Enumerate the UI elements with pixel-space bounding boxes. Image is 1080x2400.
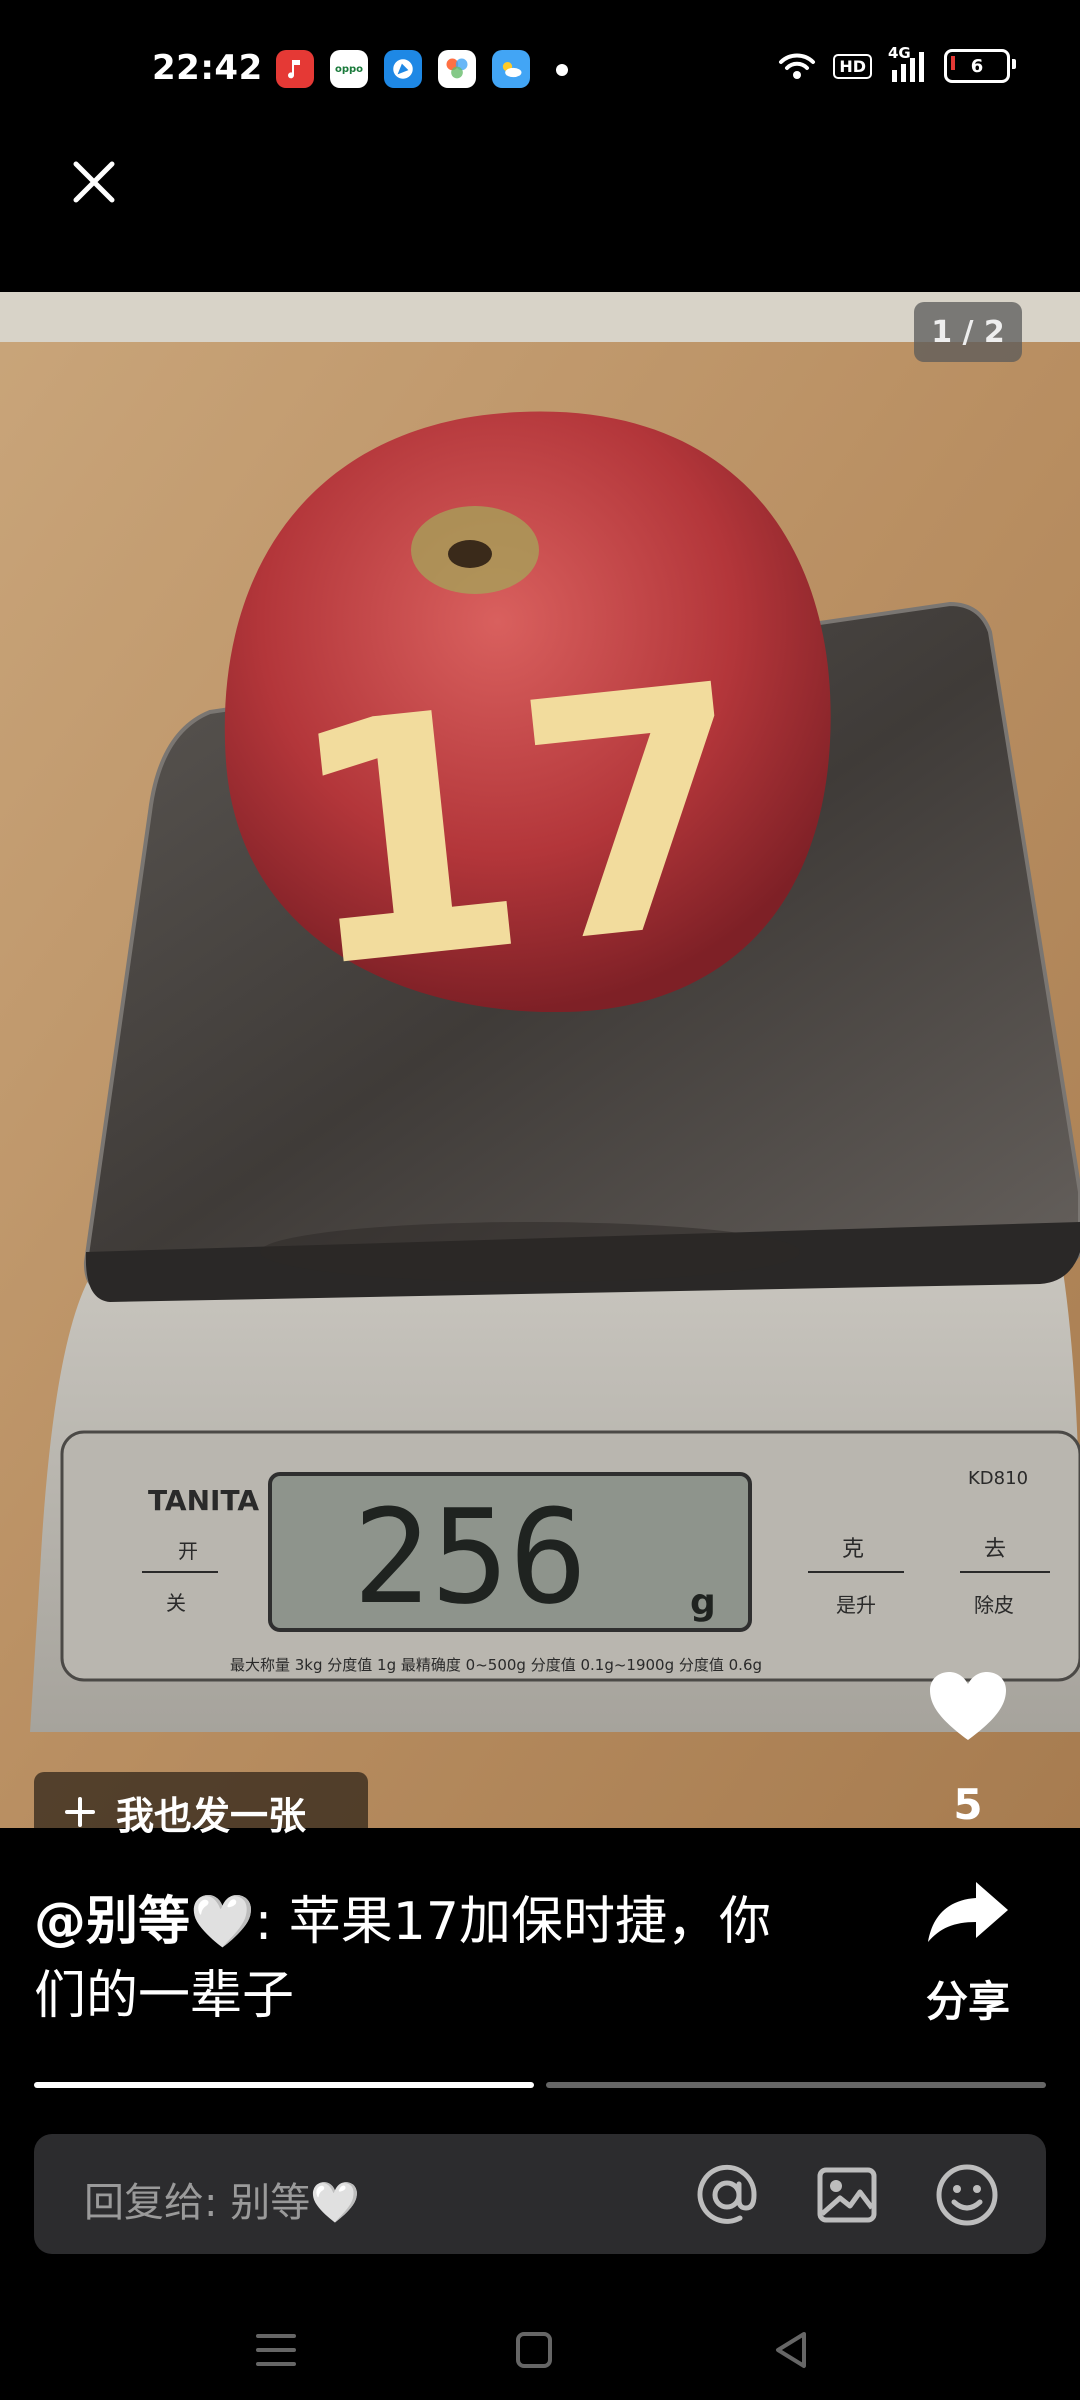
like-button[interactable] — [928, 1670, 1008, 1744]
menu-icon — [256, 2334, 296, 2366]
cellular-signal-icon: 4G — [888, 44, 928, 84]
close-icon — [73, 161, 115, 203]
back-icon — [776, 2332, 806, 2368]
home-nav-button[interactable] — [504, 2320, 564, 2380]
apple-on-scale-photo: 256 g TANITA KD810 开 关 克 是升 去 除皮 最大称量 3k… — [0, 292, 1080, 1828]
oppo-app-icon: oppo — [330, 50, 368, 88]
status-time: 22:42 — [152, 48, 263, 88]
browser-app-icon — [384, 50, 422, 88]
battery-level: 6 — [970, 55, 984, 77]
system-nav-bar — [0, 2290, 1080, 2400]
scale-model: KD810 — [968, 1468, 1028, 1489]
heart-icon — [930, 1672, 1006, 1740]
battery-low-indicator — [951, 56, 955, 70]
image-icon[interactable] — [814, 2162, 880, 2228]
emoji-icon[interactable] — [934, 2162, 1000, 2228]
back-nav-button[interactable] — [762, 2320, 822, 2380]
scale-pi: 除皮 — [974, 1593, 1014, 1617]
scale-fine-print: 最大称量 3kg 分度值 1g 最精确度 0~500g 分度值 0.1g~190… — [230, 1656, 762, 1674]
scale-qu: 去 — [984, 1537, 1006, 1562]
scale-brand: TANITA — [148, 1484, 259, 1517]
caption-author[interactable]: @别等🤍 — [34, 1892, 255, 1952]
more-notifications-dot — [556, 64, 568, 76]
music-app-icon — [276, 50, 314, 88]
home-icon — [516, 2332, 552, 2368]
post-too-label: 我也发一张 — [116, 1793, 307, 1838]
menu-nav-button[interactable] — [246, 2320, 306, 2380]
post-too-button[interactable]: 我也发一张 — [34, 1772, 368, 1852]
scale-unit: g — [690, 1582, 716, 1623]
scale-reading: 256 — [353, 1481, 588, 1633]
system-icons: HD 4G 6 — [777, 44, 1016, 84]
weather-app-icon — [492, 50, 530, 88]
reply-input[interactable]: 回复给: 别等🤍 — [34, 2134, 1046, 2254]
hd-icon: HD — [833, 53, 872, 79]
scale-kaiguan-top: 开 — [178, 1539, 198, 1563]
post-caption: @别等🤍: 苹果17加保时捷，你们的一辈子 — [34, 1885, 794, 2033]
share-button[interactable]: 分享 — [900, 1880, 1036, 2040]
like-count: 5 — [953, 1780, 983, 1829]
photo-viewer[interactable]: 256 g TANITA KD810 开 关 克 是升 去 除皮 最大称量 3k… — [0, 292, 1080, 1828]
notification-icons: oppo — [276, 50, 530, 88]
scale-kaiguan-bottom: 关 — [166, 1591, 186, 1615]
reply-placeholder: 回复给: 别等🤍 — [84, 2180, 360, 2226]
plus-icon — [65, 1797, 95, 1827]
scale-ke: 克 — [842, 1537, 864, 1562]
battery-icon: 6 — [944, 49, 1016, 83]
at-mention-icon[interactable] — [694, 2162, 760, 2228]
apple-carved-number: 17 — [273, 613, 770, 1043]
wifi-icon — [779, 53, 816, 79]
status-bar: 22:42 oppo HD 4G 6 — [0, 0, 1080, 140]
progress-segment-next — [546, 2082, 1046, 2088]
share-label: 分享 — [925, 1977, 1010, 2026]
progress-segment-current — [34, 2082, 534, 2088]
scale-shengsheng: 是升 — [836, 1593, 876, 1617]
gallery-app-icon — [438, 50, 476, 88]
image-counter: 1 / 2 — [914, 302, 1022, 362]
close-button[interactable] — [62, 150, 126, 214]
share-icon — [928, 1882, 1008, 1942]
